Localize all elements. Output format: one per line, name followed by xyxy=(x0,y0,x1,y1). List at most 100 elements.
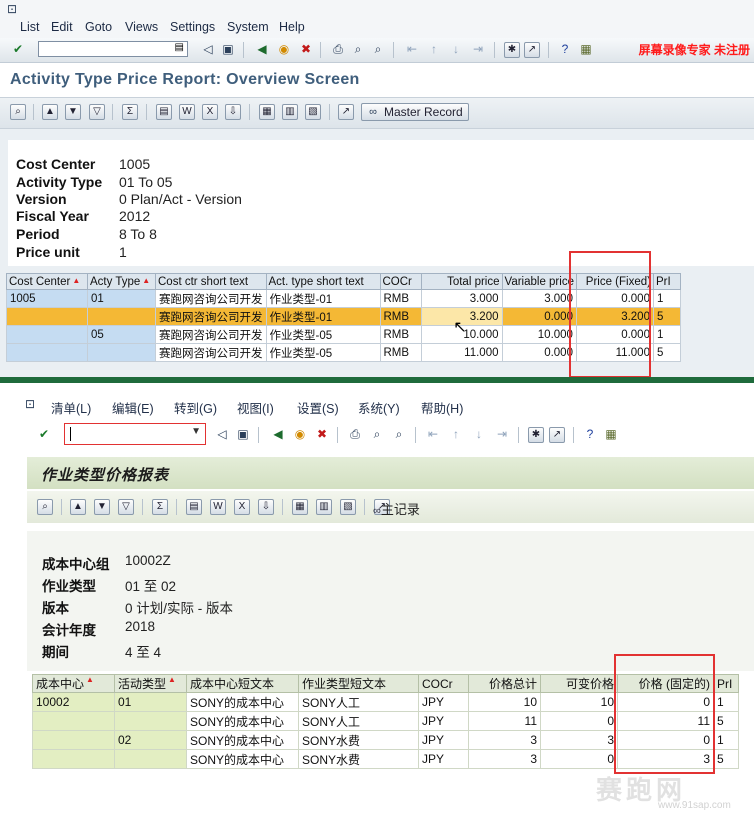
next-page-icon[interactable]: ↓ xyxy=(471,426,487,442)
menu-help[interactable]: Help xyxy=(279,20,305,34)
cell-cost-center xyxy=(6,307,88,326)
column-header[interactable]: 成本中心短文本 xyxy=(186,674,299,693)
menu-goto[interactable]: Goto xyxy=(85,20,112,34)
filter-icon[interactable]: ▽ xyxy=(118,499,134,515)
subtotal-icon[interactable]: Σ xyxy=(152,499,168,515)
detail-icon[interactable]: ⌕ xyxy=(37,499,53,515)
cell-total-price: 11.000 xyxy=(420,343,503,362)
sort-ascending-icon[interactable]: ▲ xyxy=(70,499,86,515)
shortcut-icon[interactable]: ↗ xyxy=(524,42,540,58)
sort-ascending-icon[interactable]: ▲ xyxy=(42,104,58,120)
window-menu-icon[interactable]: ⊡ xyxy=(4,1,20,17)
find-icon[interactable]: ⌕ xyxy=(350,41,366,57)
print-preview-icon[interactable]: ▤ xyxy=(186,499,202,515)
excel-export-icon[interactable]: X xyxy=(234,499,250,515)
column-header[interactable]: PrI xyxy=(652,273,681,290)
save-icon[interactable]: ▣ xyxy=(220,41,236,57)
chevron-down-icon[interactable]: ▼ xyxy=(191,426,201,437)
cell-price-indicator: 1 xyxy=(713,730,739,750)
select-layout-icon[interactable]: ▥ xyxy=(282,104,298,120)
column-header[interactable]: 可变价格 xyxy=(540,674,618,693)
help-icon[interactable]: ? xyxy=(582,426,598,442)
change-layout-icon[interactable]: ▦ xyxy=(259,104,275,120)
word-export-icon[interactable]: W xyxy=(210,499,226,515)
select-layout-icon[interactable]: ▥ xyxy=(316,499,332,515)
column-header[interactable]: Act. type short text xyxy=(265,273,381,290)
exit-icon[interactable]: ◉ xyxy=(276,41,292,57)
collapse-arrow-icon[interactable]: ◁ xyxy=(200,41,216,57)
column-header[interactable]: COCr xyxy=(379,273,422,290)
layout-menu-icon[interactable]: ▦ xyxy=(603,426,619,442)
column-header[interactable]: 活动类型 ▲ xyxy=(114,674,187,693)
menu-list[interactable]: 清单(L) xyxy=(51,398,91,417)
find-icon[interactable]: ⌕ xyxy=(369,426,385,442)
local-file-icon[interactable]: ⇩ xyxy=(225,104,241,120)
column-header[interactable]: Variable price xyxy=(501,273,577,290)
column-header[interactable]: 作业类型短文本 xyxy=(298,674,419,693)
help-icon[interactable]: ? xyxy=(557,41,573,57)
graphic-icon[interactable]: ↗ xyxy=(338,104,354,120)
new-session-icon[interactable]: ✱ xyxy=(528,427,544,443)
master-record-button[interactable]: ∞ Master Record xyxy=(361,103,469,121)
back-icon[interactable]: ◀ xyxy=(270,426,286,442)
print-icon[interactable]: ⎙ xyxy=(330,41,346,57)
back-icon[interactable]: ◀ xyxy=(254,41,270,57)
detail-icon[interactable]: ⌕ xyxy=(10,104,26,120)
menu-edit[interactable]: 编辑(E) xyxy=(112,398,154,417)
last-page-icon[interactable]: ⇥ xyxy=(470,41,486,57)
menu-edit[interactable]: Edit xyxy=(51,20,73,34)
save-layout-icon[interactable]: ▧ xyxy=(305,104,321,120)
last-page-icon[interactable]: ⇥ xyxy=(494,426,510,442)
enter-check-icon[interactable]: ✔ xyxy=(36,426,52,442)
column-header[interactable]: PrI xyxy=(713,674,739,693)
window-menu-icon[interactable]: ⊡ xyxy=(22,396,38,412)
menu-system[interactable]: System xyxy=(227,20,269,34)
filter-icon[interactable]: ▽ xyxy=(89,104,105,120)
save-icon[interactable]: ▣ xyxy=(235,426,251,442)
print-preview-icon[interactable]: ▤ xyxy=(156,104,172,120)
previous-page-icon[interactable]: ↑ xyxy=(448,426,464,442)
column-header[interactable]: Acty Type ▲ xyxy=(87,273,156,290)
menu-help[interactable]: 帮助(H) xyxy=(421,398,463,417)
previous-page-icon[interactable]: ↑ xyxy=(426,41,442,57)
column-header[interactable]: Total price xyxy=(420,273,503,290)
first-page-icon[interactable]: ⇤ xyxy=(404,41,420,57)
sort-descending-icon[interactable]: ▼ xyxy=(94,499,110,515)
local-file-icon[interactable]: ⇩ xyxy=(258,499,274,515)
first-page-icon[interactable]: ⇤ xyxy=(425,426,441,442)
cancel-icon[interactable]: ✖ xyxy=(314,426,330,442)
enter-check-icon[interactable]: ✔ xyxy=(10,41,26,57)
shortcut-icon[interactable]: ↗ xyxy=(549,427,565,443)
subtotal-icon[interactable]: Σ xyxy=(122,104,138,120)
find-next-icon[interactable]: ⌕ xyxy=(370,41,386,57)
layout-menu-icon[interactable]: ▦ xyxy=(578,41,594,57)
menu-views[interactable]: Views xyxy=(125,20,158,34)
word-export-icon[interactable]: W xyxy=(179,104,195,120)
menu-system[interactable]: 系统(Y) xyxy=(358,398,400,417)
menu-settings[interactable]: Settings xyxy=(170,20,215,34)
excel-export-icon[interactable]: X xyxy=(202,104,218,120)
column-header[interactable]: Cost ctr short text xyxy=(155,273,267,290)
next-page-icon[interactable]: ↓ xyxy=(448,41,464,57)
menu-list[interactable]: List xyxy=(20,20,39,34)
command-field[interactable]: ▤ xyxy=(38,41,188,57)
exit-icon[interactable]: ◉ xyxy=(292,426,308,442)
command-field[interactable]: ▼ xyxy=(64,423,206,445)
command-history-icon[interactable]: ▤ xyxy=(175,42,184,53)
new-session-icon[interactable]: ✱ xyxy=(504,42,520,58)
find-next-icon[interactable]: ⌕ xyxy=(391,426,407,442)
collapse-arrow-icon[interactable]: ◁ xyxy=(214,426,230,442)
menu-views[interactable]: 视图(I) xyxy=(237,398,274,417)
sort-descending-icon[interactable]: ▼ xyxy=(65,104,81,120)
column-header[interactable]: 成本中心 ▲ xyxy=(32,674,115,693)
column-header[interactable]: Cost Center ▲ xyxy=(6,273,88,290)
save-layout-icon[interactable]: ▧ xyxy=(340,499,356,515)
menu-settings[interactable]: 设置(S) xyxy=(297,398,339,417)
column-header[interactable]: 价格总计 xyxy=(468,674,541,693)
print-icon[interactable]: ⎙ xyxy=(347,426,363,442)
change-layout-icon[interactable]: ▦ xyxy=(292,499,308,515)
cancel-icon[interactable]: ✖ xyxy=(298,41,314,57)
column-header[interactable]: COCr xyxy=(418,674,469,693)
master-record-button[interactable]: ∞主记录 xyxy=(373,499,420,518)
menu-goto[interactable]: 转到(G) xyxy=(174,398,217,417)
